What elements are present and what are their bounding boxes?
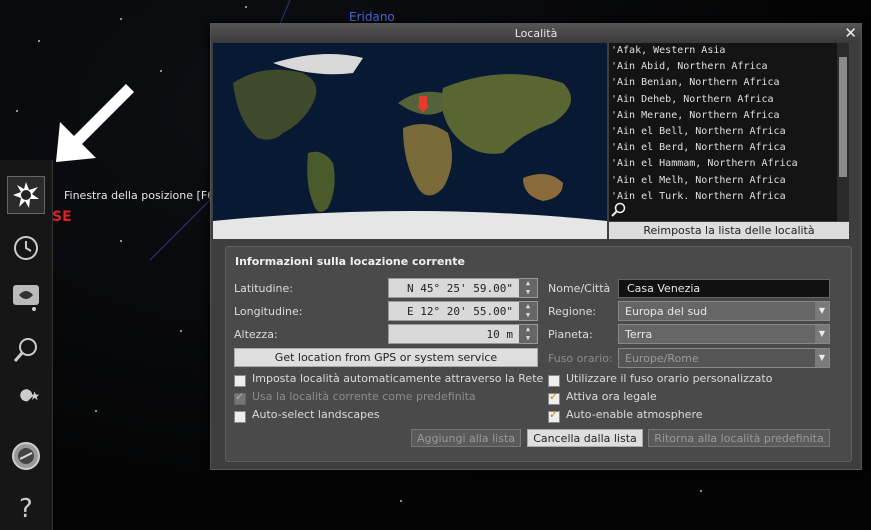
name-label: Nome/Città [548,282,611,295]
reset-location-list-button[interactable]: Reimposta la lista delle località [609,222,849,239]
region-value: Europa del sud [625,305,708,318]
search-icon [611,202,626,217]
astronomical-calculations-button[interactable] [8,438,44,474]
use-as-default-label: Usa la località corrente come predefinit… [252,390,476,403]
location-search-field[interactable] [609,199,837,221]
check-icon: ✓ [549,408,559,421]
list-item[interactable]: 'Afak, Western Asia [609,43,849,59]
auto-atmosphere-label: Auto-enable atmosphere [566,408,703,421]
location-list-scrollbar[interactable] [837,43,849,221]
list-item[interactable]: 'Ain Abid, Northern Africa [609,59,849,75]
region-select[interactable]: Europa del sud ▼ [618,301,830,321]
timezone-value: Europe/Rome [625,352,699,365]
left-toolbar: ? [0,160,53,530]
list-item[interactable]: 'Ain el Bell, Northern Africa [609,124,849,140]
list-item[interactable]: 'Ain el Melh, Northern Africa [609,173,849,189]
gps-location-button[interactable]: Get location from GPS or system service [234,348,538,367]
planet-label: Pianeta: [548,328,593,341]
clock-icon [14,236,38,260]
world-map-graphic [213,43,607,239]
timezone-label: Fuso orario: [548,352,613,365]
galaxy-icon [13,285,39,311]
cardinal-point-label: SE [52,209,72,225]
auto-atmosphere-checkbox[interactable]: ✓ [548,408,560,423]
dst-checkbox[interactable]: ✓ [548,390,560,405]
tutorial-arrow-icon [56,84,134,162]
list-item[interactable]: 'Ain Benian, Northern Africa [609,75,849,91]
chevron-down-icon: ▼ [815,325,829,343]
wrench-icon [16,389,40,413]
planet-value: Terra [625,328,653,341]
check-icon: ✓ [549,390,559,403]
longitude-value: E 12° 20' 55.00" [407,305,513,318]
magnifier-icon [13,338,37,362]
chevron-down-icon: ▼ [815,349,829,367]
info-panel-title: Informazioni sulla locazione corrente [235,255,465,268]
world-map[interactable] [213,43,607,239]
location-dialog: Località ✕ 'Afak, Western Asia 'Ain Abid… [210,23,862,470]
current-location-info-panel: Informazioni sulla locazione corrente La… [225,246,852,462]
altitude-label: Altezza: [234,328,278,341]
dialog-title: Località [514,27,558,40]
longitude-label: Longitudine: [234,305,303,318]
name-city-field[interactable]: Casa Venezia [618,279,830,298]
dialog-titlebar[interactable]: Località ✕ [211,24,861,43]
constellation-label: Eridano [349,10,395,24]
question-icon: ? [19,494,33,523]
add-to-list-button[interactable]: Aggiungi alla lista [411,429,521,447]
list-item[interactable]: 'Ain Deheb, Northern Africa [609,92,849,108]
custom-timezone-checkbox[interactable] [548,375,560,387]
star-burst-icon [13,182,39,208]
custom-timezone-label: Utilizzare il fuso orario personalizzato [566,372,773,385]
altitude-value: 10 m [486,328,514,341]
return-to-default-button[interactable]: Ritorna alla località predefinita [648,429,830,447]
close-icon[interactable]: ✕ [844,24,857,42]
help-button[interactable]: ? [8,490,44,526]
telescope-seal-icon [12,442,40,470]
location-list[interactable]: 'Afak, Western Asia 'Ain Abid, Northern … [609,43,849,221]
latitude-value: N 45° 25' 59.00" [407,282,513,295]
planet-select[interactable]: Terra ▼ [618,324,830,344]
spin-arrows-icon[interactable]: ▲ ▼ [519,325,537,343]
location-window-button[interactable] [7,176,45,214]
svg-text:?: ? [19,494,33,523]
auto-landscapes-checkbox[interactable] [234,411,246,423]
auto-location-checkbox[interactable] [234,375,246,387]
latitude-spinbox[interactable]: N 45° 25' 59.00" ▲ ▼ [388,278,538,298]
altitude-spinbox[interactable]: 10 m ▲ ▼ [388,324,538,344]
spin-arrows-icon[interactable]: ▲ ▼ [519,302,537,320]
location-marker-icon [417,96,429,113]
dst-label: Attiva ora legale [566,390,657,403]
use-as-default-checkbox: ✓ [234,390,246,405]
chevron-down-icon: ▼ [815,302,829,320]
spin-arrows-icon[interactable]: ▲ ▼ [519,279,537,297]
auto-landscapes-label: Auto-select landscapes [252,408,380,421]
list-item[interactable]: 'Ain el Hammam, Northern Africa [609,156,849,172]
date-time-button[interactable] [8,230,44,266]
list-item[interactable]: 'Ain el Berd, Northern Africa [609,140,849,156]
region-label: Regione: [548,305,597,318]
auto-location-label: Imposta località automaticamente attrave… [252,372,544,385]
latitude-label: Latitudine: [234,282,294,295]
sky-viewing-options-button[interactable] [8,280,44,316]
configuration-button[interactable] [8,385,44,421]
delete-from-list-button[interactable]: Cancella dalla lista [527,429,643,447]
scrollbar-thumb[interactable] [839,57,847,177]
check-icon: ✓ [235,390,245,403]
timezone-select: Europe/Rome ▼ [618,348,830,368]
longitude-spinbox[interactable]: E 12° 20' 55.00" ▲ ▼ [388,301,538,321]
list-item[interactable]: 'Ain Merane, Northern Africa [609,108,849,124]
toolbar-tooltip: Finestra della posizione [F6] [64,189,219,202]
search-window-button[interactable] [8,332,44,368]
